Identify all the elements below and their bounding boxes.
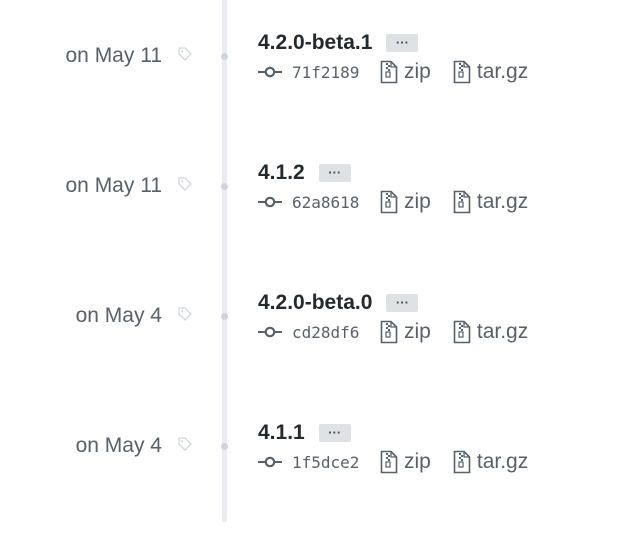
- release-title-link[interactable]: 4.2.0-beta.0: [258, 290, 372, 316]
- download-tar-label: tar.gz: [476, 320, 529, 343]
- download-tar-label: tar.gz: [476, 60, 529, 83]
- release-title-link[interactable]: 4.2.0-beta.1: [258, 30, 372, 56]
- timeline-dot: [221, 443, 228, 450]
- commit-sha-link[interactable]: 1f5dce2: [292, 453, 380, 472]
- more-options-button[interactable]: ···: [386, 294, 419, 312]
- release-date: on May 4: [75, 304, 162, 327]
- timeline-dot: [221, 53, 228, 60]
- more-options-button[interactable]: ···: [318, 164, 351, 182]
- release-meta-row: 71f2189 zip tar.gz: [258, 58, 528, 86]
- file-zip-icon: [453, 450, 471, 474]
- release-item: on May 11 4.2.0-beta.1 ··· 71f2189 zip t…: [0, 30, 636, 160]
- release-title-link[interactable]: 4.1.2: [258, 160, 305, 186]
- git-commit-icon: [258, 66, 282, 78]
- download-zip-label: zip: [404, 190, 431, 213]
- download-tar-link[interactable]: tar.gz: [453, 450, 528, 474]
- download-tar-label: tar.gz: [476, 190, 529, 213]
- git-commit-icon: [258, 456, 282, 468]
- download-tar-link[interactable]: tar.gz: [453, 60, 528, 84]
- release-meta-row: 62a8618 zip tar.gz: [258, 188, 528, 216]
- release-title-link[interactable]: 4.1.1: [258, 420, 305, 446]
- more-options-button[interactable]: ···: [318, 424, 351, 442]
- release-title-row: 4.2.0-beta.1 ···: [258, 30, 419, 56]
- commit-sha-link[interactable]: 71f2189: [292, 63, 380, 82]
- release-title-row: 4.1.2 ···: [258, 160, 351, 186]
- download-zip-link[interactable]: zip: [380, 320, 431, 344]
- file-zip-icon: [453, 190, 471, 214]
- download-zip-label: zip: [404, 450, 431, 473]
- download-zip-link[interactable]: zip: [380, 190, 431, 214]
- download-zip-label: zip: [404, 60, 431, 83]
- release-item: on May 4 4.2.0-beta.0 ··· cd28df6 zip ta…: [0, 290, 636, 420]
- release-meta-row: 1f5dce2 zip tar.gz: [258, 448, 528, 476]
- release-title-row: 4.2.0-beta.0 ···: [258, 290, 419, 316]
- file-zip-icon: [380, 190, 398, 214]
- file-zip-icon: [380, 60, 398, 84]
- tag-icon: [178, 307, 192, 321]
- tag-icon: [178, 47, 192, 61]
- timeline-dot: [221, 183, 228, 190]
- release-date: on May 4: [75, 434, 162, 457]
- download-tar-link[interactable]: tar.gz: [453, 190, 528, 214]
- more-options-button[interactable]: ···: [386, 34, 419, 52]
- file-zip-icon: [380, 450, 398, 474]
- file-zip-icon: [453, 320, 471, 344]
- git-commit-icon: [258, 326, 282, 338]
- file-zip-icon: [453, 60, 471, 84]
- download-zip-label: zip: [404, 320, 431, 343]
- release-date: on May 11: [65, 174, 163, 197]
- download-tar-link[interactable]: tar.gz: [453, 320, 528, 344]
- timeline-dot: [221, 313, 228, 320]
- download-tar-label: tar.gz: [476, 450, 529, 473]
- tag-icon: [178, 437, 192, 451]
- git-commit-icon: [258, 196, 282, 208]
- release-title-row: 4.1.1 ···: [258, 420, 351, 446]
- tag-icon: [178, 177, 192, 191]
- release-meta-row: cd28df6 zip tar.gz: [258, 318, 528, 346]
- commit-sha-link[interactable]: cd28df6: [292, 323, 380, 342]
- download-zip-link[interactable]: zip: [380, 60, 431, 84]
- release-item: on May 11 4.1.2 ··· 62a8618 zip tar.gz: [0, 160, 636, 290]
- download-zip-link[interactable]: zip: [380, 450, 431, 474]
- commit-sha-link[interactable]: 62a8618: [292, 193, 380, 212]
- file-zip-icon: [380, 320, 398, 344]
- release-item: on May 4 4.1.1 ··· 1f5dce2 zip tar.gz: [0, 420, 636, 550]
- release-date: on May 11: [65, 44, 163, 67]
